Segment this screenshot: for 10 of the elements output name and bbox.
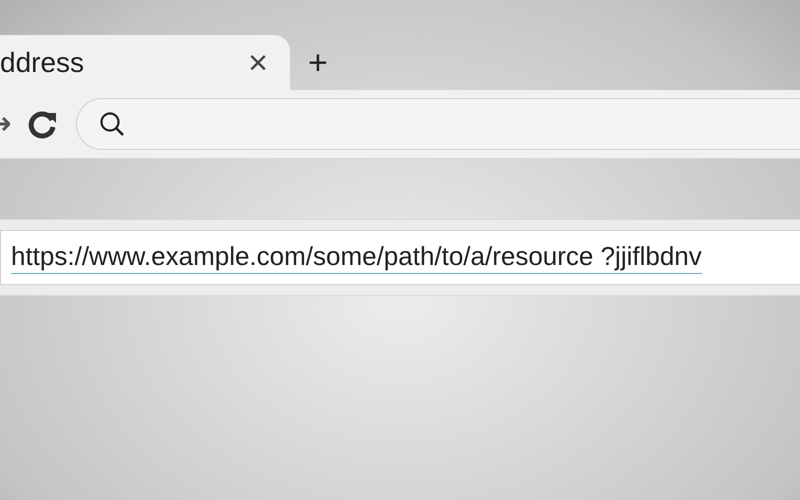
new-tab-button[interactable]: + bbox=[304, 46, 332, 80]
tab-title: ddress bbox=[0, 46, 86, 78]
browser-tab[interactable]: ddress × bbox=[0, 35, 290, 90]
search-icon bbox=[99, 111, 125, 137]
forward-arrow-icon[interactable] bbox=[0, 114, 10, 134]
close-tab-button[interactable]: × bbox=[244, 46, 272, 80]
url-text: https://www.example.com/some/path/to/a/resource ?jjiflbdnv bbox=[11, 241, 702, 274]
url-field[interactable]: https://www.example.com/some/path/to/a/resource ?jjiflbdnv bbox=[0, 230, 800, 285]
reload-icon[interactable] bbox=[28, 109, 58, 139]
search-field[interactable] bbox=[76, 98, 800, 150]
